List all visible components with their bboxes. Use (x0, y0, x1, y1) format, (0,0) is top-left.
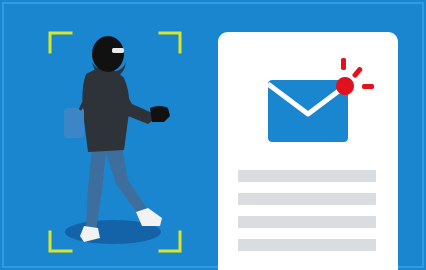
document-text-line (238, 193, 376, 205)
figure-hoodie (82, 67, 130, 152)
document-text-line (238, 170, 376, 182)
alert-ray-3 (362, 84, 374, 89)
figure-mask-eyes (112, 48, 124, 53)
figure-head-mask (92, 36, 124, 72)
document-text-line (238, 239, 376, 251)
figure-bag (64, 108, 84, 138)
document-text-line (238, 216, 376, 228)
envelope-icon (266, 80, 350, 142)
illustration-canvas (0, 0, 426, 270)
alert-ray-1 (341, 58, 346, 70)
phishing-illustration (0, 0, 426, 270)
document-icon (218, 32, 398, 270)
document-paper (218, 32, 398, 270)
alert-dot (336, 77, 354, 95)
